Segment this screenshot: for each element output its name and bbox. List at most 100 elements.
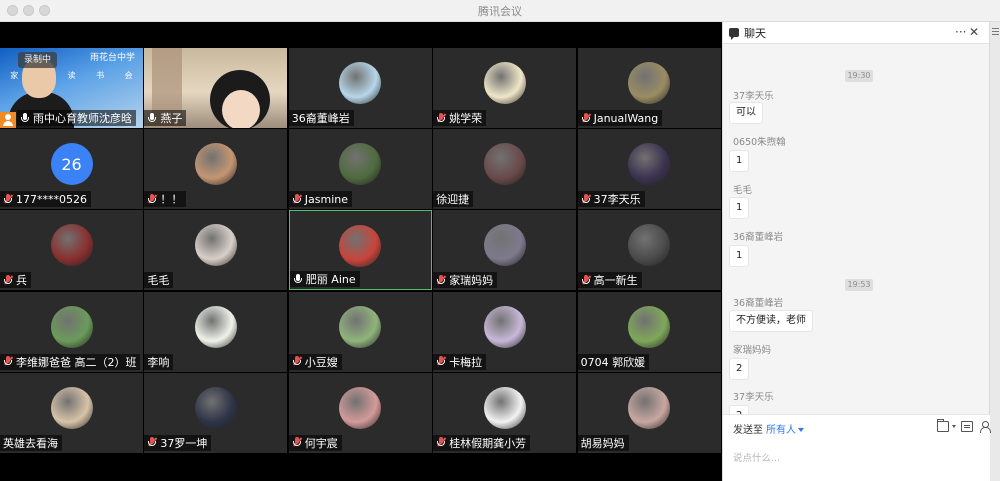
chat-messages[interactable]: 19:30 37李天乐 可以 0650朱煦翰 1 毛毛 1 36裔董峰岩 1 1… (723, 44, 990, 414)
participant-tile[interactable]: 燕子 (144, 48, 288, 128)
participant-name: 卡梅拉 (449, 355, 483, 369)
participant-tile[interactable]: 胡易妈妈 (577, 372, 721, 453)
timestamp: 19:30 (845, 70, 873, 82)
participant-tile[interactable]: 李响 (144, 291, 288, 372)
avatar (628, 143, 671, 186)
participant-tile[interactable]: 小豆嫂 (288, 291, 432, 372)
participant-tile[interactable]: 高一新生 (577, 210, 721, 291)
participant-name: 小豆嫂 (304, 355, 338, 369)
participant-name: 37罗一坤 (160, 436, 208, 450)
screenshot-icon[interactable] (961, 421, 973, 432)
mic-muted-icon (581, 193, 591, 205)
avatar (483, 224, 526, 267)
participant-name: 高一新生 (593, 274, 638, 288)
user-icon[interactable] (979, 421, 991, 433)
participant-name: 177****0526 (16, 192, 87, 206)
participant-tile[interactable]: 毛毛 (144, 210, 288, 291)
participant-tile[interactable]: 37罗一坤 (144, 372, 288, 453)
chat-bubble-icon (729, 28, 739, 40)
participant-tile[interactable]: 0704 郭欣媛 (577, 291, 721, 372)
participant-tile[interactable]: 36裔董峰岩 (288, 48, 432, 128)
mic-slash (437, 112, 447, 122)
participant-name-tag: JanualWang (577, 110, 663, 126)
mic-slash (437, 275, 447, 285)
message-bubble: 1 (729, 245, 750, 267)
file-icon[interactable] (937, 419, 949, 432)
chevron-down-icon (798, 428, 804, 432)
participant-name: 李响 (147, 355, 170, 369)
message-bubble: 2 (729, 358, 750, 380)
mic-slash (4, 194, 13, 203)
participant-tile[interactable]: 兵 (0, 210, 143, 291)
message-sender: 36裔董峰岩 (733, 298, 784, 309)
avatar (339, 305, 382, 348)
participant-name: Jasmine (304, 192, 349, 206)
avatar (483, 386, 526, 429)
banner-char: 书 (96, 71, 105, 80)
participant-tile[interactable]: 姚学荣 (433, 48, 577, 128)
mic-muted-icon (292, 356, 302, 367)
avatar (628, 386, 671, 429)
participant-name-tag: 李维娜爸爸 高二（2）班 (0, 353, 140, 370)
participant-tile[interactable]: 英雄去看海 (0, 372, 143, 453)
participant-tile[interactable]: 李维娜爸爸 高二（2）班 (0, 291, 143, 372)
mic-muted-icon (3, 193, 13, 205)
participant-name: 燕子 (160, 112, 183, 125)
side-toolbar (989, 22, 1000, 481)
participant-name-tag: 肥丽 Aine (289, 271, 360, 288)
mic-muted-icon (436, 437, 447, 448)
mic-icon (293, 273, 303, 285)
menu-icon[interactable] (992, 28, 999, 35)
title-bar: 腾讯会议 (0, 0, 1000, 22)
participant-name: 雨中心育教师沈彦晗 (33, 112, 132, 125)
mic-muted-icon (436, 356, 447, 367)
meeting-window: 腾讯会议 雨花台中学家长读书会录制中雨中心育教师沈彦晗燕子36裔董峰岩姚学荣Ja… (0, 0, 1000, 481)
mic-slash (581, 275, 591, 285)
participant-name-tag: 37罗一坤 (144, 434, 212, 451)
chat-input[interactable] (733, 443, 983, 473)
participant-tile[interactable]: 肥丽 Aine (288, 210, 432, 291)
banner-char: 读 (67, 71, 76, 80)
chat-more-button[interactable]: ··· (955, 25, 966, 39)
participant-tile[interactable]: 家瑞妈妈 (433, 210, 577, 291)
avatar (50, 386, 93, 429)
camera-face (222, 90, 261, 128)
mic-muted-icon (436, 274, 447, 286)
mic-muted-icon (147, 193, 158, 205)
mic-icon (20, 112, 30, 124)
participant-tile[interactable]: 37李天乐 (577, 129, 721, 210)
message-sender: 37李天乐 (733, 392, 774, 403)
participant-name: 肥丽 Aine (305, 273, 356, 287)
recipient-select[interactable]: 所有人 (766, 421, 804, 436)
participant-tile[interactable]: 桂林假期龚小芳 (433, 372, 577, 453)
mic-slash (292, 437, 302, 447)
avatar (339, 62, 382, 104)
participant-name-tag: 37李天乐 (577, 191, 645, 208)
participant-tile[interactable]: 雨花台中学家长读书会录制中雨中心育教师沈彦晗 (0, 48, 143, 128)
participant-name-tag: Jasmine (288, 191, 353, 208)
send-to-label: 发送至 (733, 425, 763, 436)
participant-name-tag: 小豆嫂 (288, 353, 342, 370)
banner-char: 会 (124, 71, 133, 80)
avatar (194, 386, 237, 429)
mic-muted-icon (581, 274, 591, 286)
participant-name: 毛毛 (147, 274, 170, 288)
chat-close-button[interactable]: ✕ (969, 25, 979, 39)
participant-name: 胡易妈妈 (580, 436, 625, 450)
participant-tile[interactable]: ！！ (144, 129, 288, 210)
participant-tile[interactable]: 卡梅拉 (433, 291, 577, 372)
participant-tile[interactable]: 徐迎捷 (433, 129, 577, 210)
participant-tile[interactable]: JanualWang (577, 48, 721, 128)
chevron-down-icon[interactable] (952, 425, 956, 428)
participant-name: 桂林假期龚小芳 (449, 436, 527, 450)
participant-name: 家瑞妈妈 (449, 274, 494, 288)
participant-tile[interactable]: 26 177****0526 (0, 129, 143, 210)
participant-name: JanualWang (593, 111, 659, 125)
avatar (194, 305, 237, 348)
participant-tile[interactable]: 何宇宸 (288, 372, 432, 453)
participant-tile[interactable]: Jasmine (288, 129, 432, 210)
participant-name-tag: ！！ (144, 191, 187, 208)
mic-slash (148, 437, 158, 447)
participant-name: 兵 (16, 274, 27, 288)
message-bubble: 1 (729, 197, 750, 219)
